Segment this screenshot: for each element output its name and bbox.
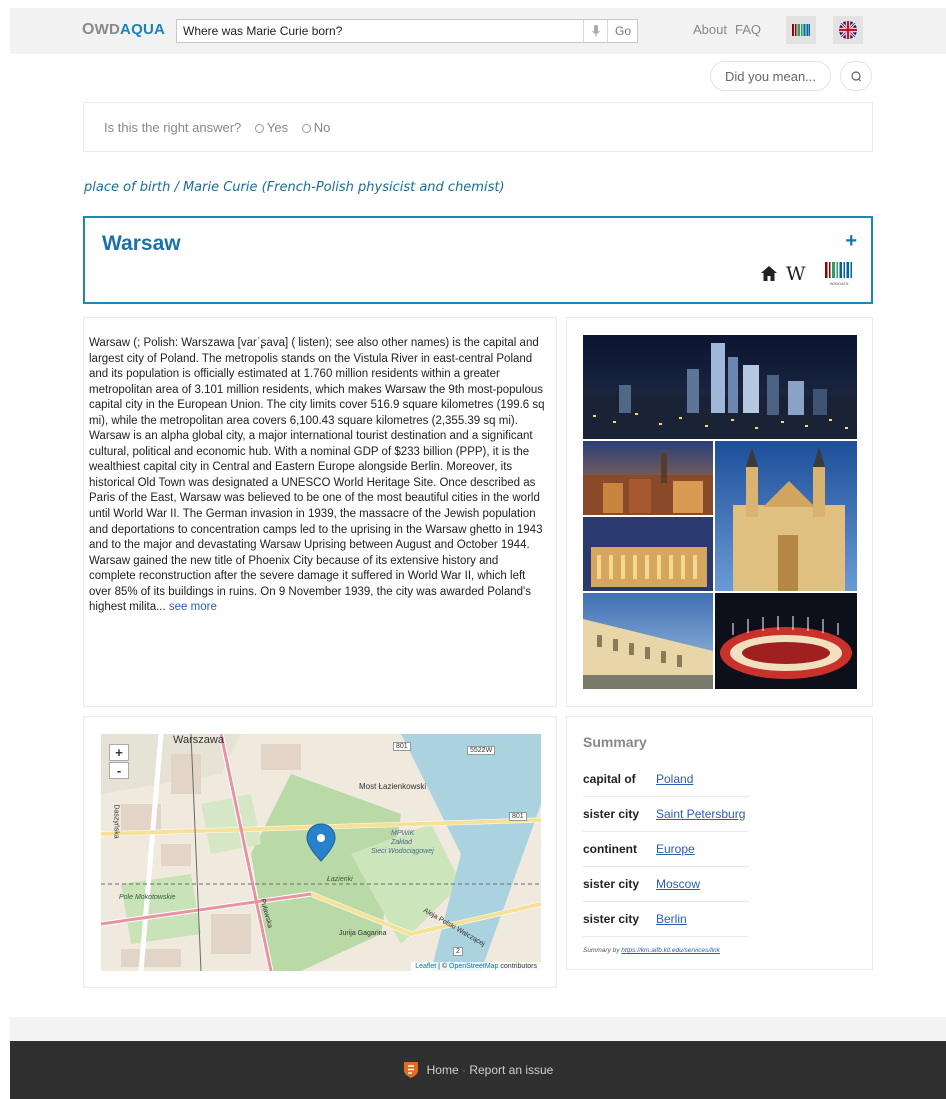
property-path: place of birth / Marie Curie (French-Pol… [84, 180, 505, 195]
query-button[interactable] [840, 61, 872, 91]
summary-credit-prefix: Summary by [583, 947, 622, 954]
summary-panel: Summary capital of Poland sister city Sa… [566, 716, 873, 970]
abstract-text: Warsaw (; Polish: Warszawa [varˈʂava] ( … [89, 337, 545, 614]
map-label-lazienki: Łazienki [327, 876, 353, 883]
summary-key: sister city [583, 912, 640, 926]
zoom-out-button[interactable]: - [109, 762, 129, 779]
map-label-zaklad: Zakład [391, 839, 413, 846]
abstract-panel: Warsaw (; Polish: Warszawa [varˈʂava] ( … [83, 317, 557, 707]
summary-value-link[interactable]: Moscow [656, 877, 700, 891]
osm-link[interactable]: OpenStreetMap [449, 963, 498, 970]
feedback-row: Is this the right answer? Yes No [104, 120, 330, 135]
language-button[interactable] [833, 16, 863, 44]
no-radio[interactable] [301, 124, 311, 133]
attribution-separator: | © [436, 963, 450, 970]
map-label-801: 801 [393, 742, 411, 751]
footer-home-link[interactable]: Home [427, 1063, 459, 1077]
see-more-link[interactable]: see more [169, 601, 217, 613]
leaflet-link[interactable]: Leaflet [415, 963, 436, 970]
footer: Home · Report an issue [10, 1041, 946, 1099]
map-label-mpwik: MPWiK [391, 830, 415, 837]
shield-logo-icon [403, 1062, 418, 1078]
summary-credit-link[interactable]: https://km.aifb.kit.edu/services/link [621, 947, 720, 954]
summary-key: sister city [583, 807, 640, 821]
home-icon[interactable] [761, 266, 777, 282]
map-label-sieci: Sieci Wodociągowej [371, 848, 434, 855]
summary-value-link[interactable]: Berlin [656, 912, 687, 926]
summary-key: continent [583, 842, 637, 856]
summary-value-link[interactable]: Poland [656, 772, 693, 786]
microphone-icon[interactable] [583, 20, 607, 42]
feedback-panel: Is this the right answer? Yes No [83, 102, 873, 152]
wdaqua-logo[interactable]: OWDAQUA [82, 21, 165, 39]
answer-box: Warsaw + W WIKIDATA [83, 216, 873, 304]
map-label-jurija: Jurija Gagarina [339, 930, 387, 937]
map-label-801b: 801 [509, 812, 527, 821]
summary-row: sister city Saint Petersburg [583, 797, 749, 832]
map-label-5522w: 5522W [467, 746, 496, 755]
summary-row: sister city Berlin [583, 902, 749, 937]
map-label-2: 2 [453, 947, 463, 956]
search-input[interactable] [177, 20, 581, 42]
wikipedia-icon[interactable]: W [786, 263, 806, 285]
q-icon [850, 70, 861, 81]
zoom-in-button[interactable]: + [109, 744, 129, 761]
summary-title: Summary [583, 734, 647, 750]
uk-flag-icon [839, 21, 857, 39]
yes-radio[interactable] [254, 124, 264, 133]
wikidata-barcode-button[interactable] [786, 16, 816, 44]
attribution-tail: contributors [498, 963, 537, 970]
footer-spacer [10, 1017, 946, 1041]
map-label-warszawa: Warszawa [173, 734, 224, 746]
no-label[interactable]: No [314, 120, 331, 135]
image-panel [566, 317, 873, 707]
wikidata-label: WIKIDATA [829, 281, 849, 286]
map-attribution: Leaflet | © OpenStreetMap contributors [411, 962, 541, 971]
abstract-text-block: Warsaw (; Polish: Warszawa [varˈʂava] ( … [89, 336, 548, 616]
summary-key: capital of [583, 772, 636, 786]
logo-wd: WD [94, 21, 121, 38]
wikidata-barcode-icon [792, 24, 810, 36]
map-label-dazynska: Daszyńska [112, 804, 120, 839]
expand-plus-button[interactable]: + [845, 230, 857, 253]
about-link[interactable]: About [693, 22, 727, 37]
summary-row: capital of Poland [583, 762, 749, 797]
summary-row: continent Europe [583, 832, 749, 867]
answer-title: Warsaw [102, 232, 181, 255]
summary-value-link[interactable]: Europe [656, 842, 695, 856]
summary-credit: Summary by https://km.aifb.kit.edu/servi… [583, 947, 720, 954]
logo-aqua: AQUA [120, 21, 166, 38]
summary-value-link[interactable]: Saint Petersburg [656, 807, 745, 821]
search-box: Go [176, 19, 638, 43]
yes-label[interactable]: Yes [267, 120, 288, 135]
did-you-mean-button[interactable]: Did you mean... [710, 61, 831, 91]
feedback-question: Is this the right answer? [104, 120, 242, 135]
summary-row: sister city Moscow [583, 867, 749, 902]
top-navbar: OWDAQUA Go About FAQ [10, 8, 946, 54]
go-button[interactable]: Go [607, 20, 638, 42]
wikidata-icon[interactable]: WIKIDATA [825, 262, 853, 286]
warsaw-collage-image [583, 335, 857, 689]
faq-link[interactable]: FAQ [735, 22, 761, 37]
logo-o: O [82, 21, 95, 38]
map-label-most: Most Łazienkowski [359, 782, 427, 791]
map-label-pole: Pole Mokotowskie [119, 894, 176, 901]
map-panel: Warszawa 801 5522W 801 Most Łazienkowski… [83, 716, 557, 988]
map-view[interactable]: Warszawa 801 5522W 801 Most Łazienkowski… [101, 734, 541, 971]
summary-key: sister city [583, 877, 640, 891]
footer-separator: · [458, 1063, 470, 1077]
footer-report-link[interactable]: Report an issue [469, 1063, 553, 1077]
